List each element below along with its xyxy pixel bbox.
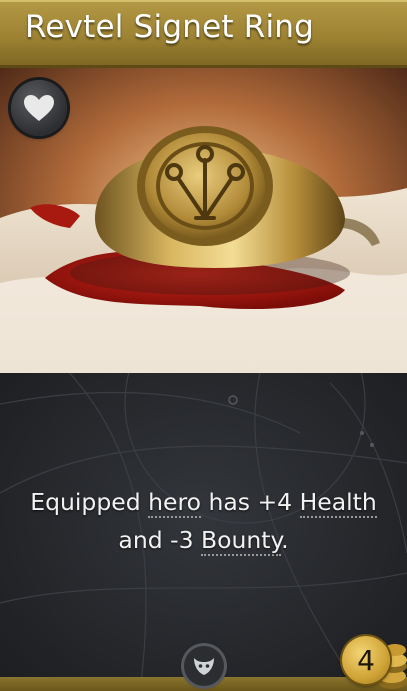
ability-panel: Equipped hero has +4 Health and -3 Bount…: [0, 373, 407, 691]
ability-text-part: has +4: [200, 488, 300, 516]
item-card[interactable]: Revtel Signet Ring Equipped hero has +4 …: [0, 0, 407, 691]
favorite-button[interactable]: [11, 80, 67, 136]
ability-text: Equipped hero has +4 Health and -3 Bount…: [15, 483, 392, 559]
card-type-badge: [184, 646, 224, 686]
keyword-bounty[interactable]: Bounty: [201, 526, 282, 556]
heart-icon: [24, 95, 54, 121]
item-type-icon: [194, 658, 214, 675]
gold-cost-badge: 4: [342, 636, 390, 684]
ability-text-part: and -3: [118, 526, 202, 554]
ability-text-part: Equipped: [30, 488, 149, 516]
card-name: Revtel Signet Ring: [25, 9, 315, 45]
keyword-health[interactable]: Health: [299, 488, 377, 518]
keyword-hero[interactable]: hero: [148, 488, 201, 518]
title-banner: Revtel Signet Ring: [0, 0, 407, 68]
gold-cost: 4: [357, 643, 375, 677]
ability-text-part: .: [281, 526, 289, 554]
